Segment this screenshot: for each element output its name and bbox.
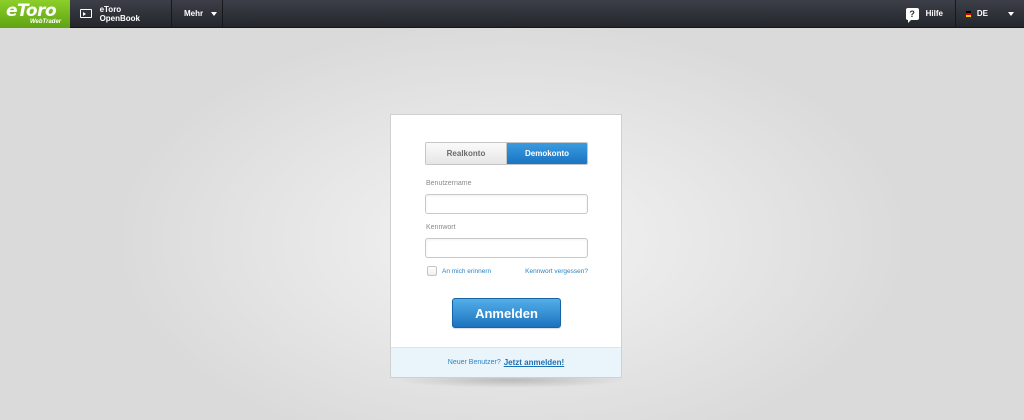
forgot-password-link[interactable]: Kennwort vergessen? [525,268,588,275]
logo-subtext: WebTrader [30,18,62,25]
etoro-logo[interactable]: eToro WebTrader [0,0,70,28]
login-card: Realkonto Demokonto Benutzername Kennwor… [390,114,622,378]
remember-label: An mich erinnern [442,267,492,275]
login-button[interactable]: Anmelden [452,298,561,328]
language-selector[interactable]: DE [956,0,1024,28]
remember-checkbox[interactable] [427,266,437,276]
german-flag-icon [966,10,971,17]
new-user-text: Neuer Benutzer? [447,359,501,366]
logo-text: eToro [6,0,57,21]
signup-link[interactable]: Jetzt anmelden! [504,358,564,367]
help-link[interactable]: ? Hilfe [898,0,956,28]
chevron-down-icon [211,11,218,16]
help-icon: ? [905,7,919,23]
language-label: DE [976,9,988,18]
username-input[interactable] [425,194,588,214]
help-label: Hilfe [925,9,943,18]
openbook-label: eToro OpenBook [99,4,141,23]
account-type-tabs: Realkonto Demokonto [425,142,588,165]
password-label: Kennwort [426,224,456,231]
openbook-icon [80,9,92,18]
remember-me[interactable]: An mich erinnern [427,266,491,276]
tab-realkonto[interactable]: Realkonto [426,143,507,164]
more-label: Mehr [184,9,204,18]
signup-footer: Neuer Benutzer? Jetzt anmelden! [391,347,621,377]
tab-demokonto[interactable]: Demokonto [507,143,587,164]
openbook-link[interactable]: eToro OpenBook [70,0,172,28]
more-menu[interactable]: Mehr [172,0,223,28]
password-input[interactable] [425,238,588,258]
top-bar: eToro WebTrader eToro OpenBook Mehr ? Hi… [0,0,1024,28]
username-label: Benutzername [426,180,472,187]
chevron-down-icon [1008,11,1014,16]
